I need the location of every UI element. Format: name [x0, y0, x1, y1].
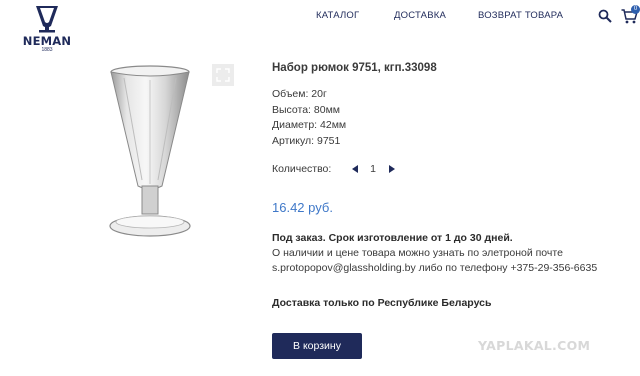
spec-article: Артикул: 9751 — [272, 134, 341, 147]
spec-height: Высота: 80мм — [272, 103, 341, 116]
expand-icon — [216, 68, 230, 82]
quantity-increase-button[interactable] — [386, 163, 396, 175]
brand-name: NEMAN — [22, 34, 72, 48]
quantity-label: Количество: — [272, 163, 332, 175]
spec-volume: Объем: 20г — [272, 88, 327, 100]
product-title: Набор рюмок 9751, кгп.33098 — [272, 62, 437, 74]
spec-diameter: Диаметр: 42мм — [272, 119, 347, 131]
product-price: 16.42 руб. — [272, 200, 333, 215]
delivery-note: Доставка только по Республике Беларусь — [272, 297, 492, 309]
cart-count-badge: 0 — [631, 5, 640, 14]
contact-info: s.protopopov@glassholding.by либо по тел… — [272, 262, 598, 274]
order-notice: Под заказ. Срок изготовление от 1 до 30 … — [272, 232, 513, 244]
zoom-button[interactable] — [212, 64, 234, 86]
quantity-stepper: Количество: 1 — [272, 163, 396, 175]
product-specs: Объем: 20г Высота: 80мм Диаметр: 42мм Ар… — [272, 87, 346, 149]
nav-delivery[interactable]: ДОСТАВКА — [394, 10, 446, 21]
nav-returns[interactable]: ВОЗВРАТ ТОВАРА — [478, 10, 563, 21]
brand-logo[interactable]: NEMAN 1883 — [20, 4, 74, 53]
availability-info: О наличии и цене товара можно узнать по … — [272, 247, 563, 259]
brand-glass-icon — [36, 6, 58, 33]
quantity-value[interactable]: 1 — [360, 163, 386, 175]
nav-catalog[interactable]: КАТАЛОГ — [316, 10, 359, 21]
product-image — [109, 65, 191, 237]
triangle-right-icon — [388, 165, 395, 173]
quantity-decrease-button[interactable] — [350, 163, 360, 175]
add-to-cart-button[interactable]: В корзину — [272, 333, 362, 359]
watermark: YAPLAKAL.COM — [478, 338, 591, 353]
search-icon[interactable] — [598, 9, 612, 23]
triangle-left-icon — [351, 165, 358, 173]
